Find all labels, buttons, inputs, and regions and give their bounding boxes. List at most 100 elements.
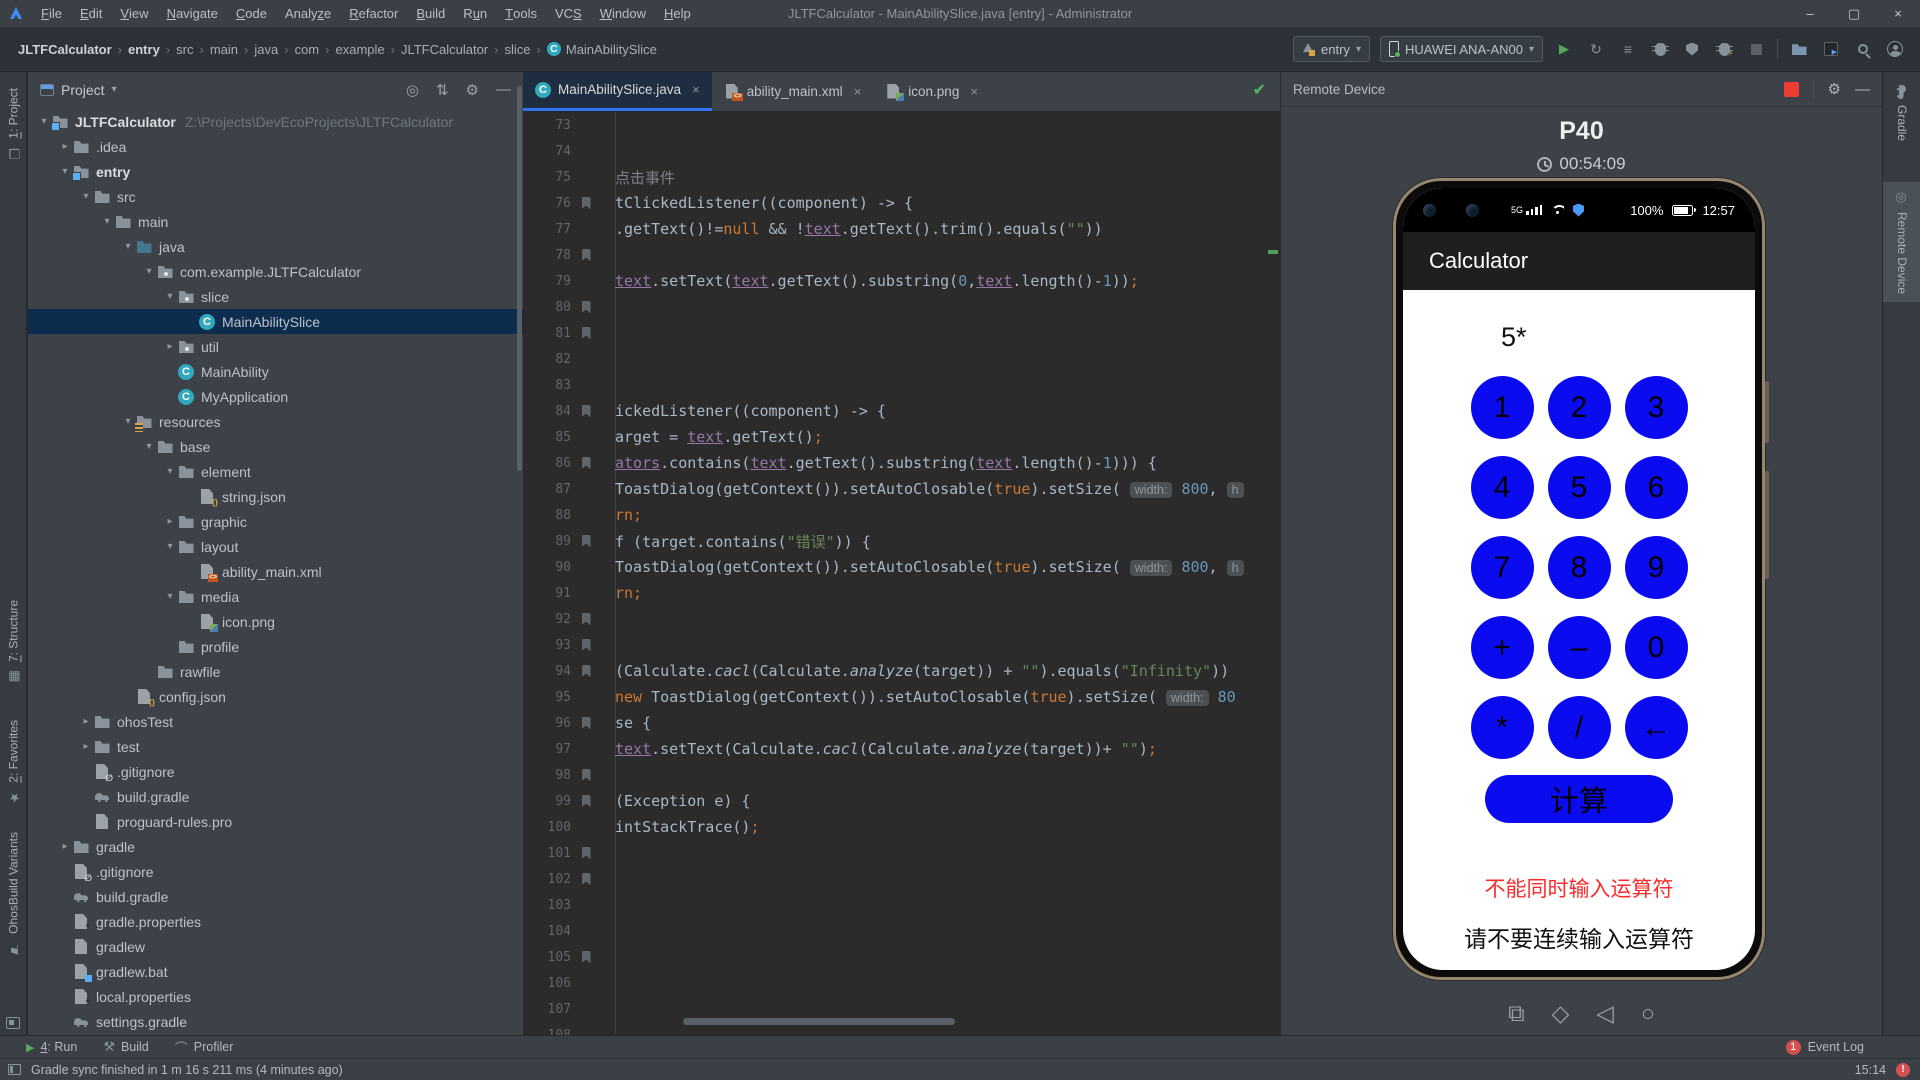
tree-item-element[interactable]: ▾ element [28,459,523,484]
code-line-87[interactable]: 87 ToastDialog(getContext()).setAutoClosa… [523,476,1280,502]
chevron-down-icon[interactable]: ▾ [162,291,178,302]
fold-marker-icon[interactable] [571,639,601,651]
breadcrumb-item-java[interactable]: java [250,42,282,57]
running-list-icon[interactable]: ≡ [1617,38,1639,60]
code-line-93[interactable]: 93 [523,632,1280,658]
key-*[interactable]: * [1470,696,1534,759]
tree-item-string-json[interactable]: {} string.json [28,484,523,509]
key-4[interactable]: 4 [1470,456,1534,519]
menu-edit[interactable]: Edit [71,0,111,27]
key-9[interactable]: 9 [1624,536,1688,599]
rotate-device-icon[interactable]: ◇ [1552,1000,1570,1027]
code-line-104[interactable]: 104 [523,918,1280,944]
code-line-88[interactable]: 88 rn; [523,502,1280,528]
menu-code[interactable]: Code [227,0,276,27]
code-line-103[interactable]: 103 [523,892,1280,918]
menu-analyze[interactable]: Analy z e [276,0,340,27]
code-line-102[interactable]: 102 [523,866,1280,892]
breadcrumb-item-example[interactable]: example [331,42,388,57]
build-tool-window[interactable]: ⚒ Build [103,1039,148,1055]
code-area[interactable]: 73 74 75 点击事件 76 tClickedListener((component)… [523,112,1280,1035]
tree-item-src[interactable]: ▾ src [28,184,523,209]
chevron-down-icon[interactable]: ▾ [162,591,178,602]
fold-marker-icon[interactable] [571,249,601,261]
chevron-down-icon[interactable]: ▾ [36,116,52,127]
nav-home-icon[interactable]: ○ [1575,967,1587,971]
tree-item--idea[interactable]: ▸ .idea [28,134,523,159]
tree-item-main[interactable]: ▾ main [28,209,523,234]
chevron-right-icon[interactable]: ▸ [162,516,178,527]
device-home-icon[interactable]: ○ [1641,1000,1655,1027]
key-+[interactable]: + [1470,616,1534,679]
coverage-icon[interactable] [1681,38,1703,60]
tree-item-gradle-properties[interactable]: ≡ gradle.properties [28,909,523,934]
tree-item-util[interactable]: ▸ util [28,334,523,359]
fold-marker-icon[interactable] [571,327,601,339]
breadcrumb-item-jltfcalculator[interactable]: JLTFCalculator [397,42,492,57]
code-line-96[interactable]: 96 se { [523,710,1280,736]
tool-tab-structure[interactable]: ▦ 7: Structure [0,592,27,692]
error-indicator-icon[interactable]: ! [1896,1062,1910,1077]
tree-item-graphic[interactable]: ▸ graphic [28,509,523,534]
close-icon[interactable]: × [692,82,700,97]
device-back-icon[interactable]: ◁ [1596,1000,1614,1027]
tree-item-resources[interactable]: ▾ resources [28,409,523,434]
key-5[interactable]: 5 [1547,456,1611,519]
fold-marker-icon[interactable] [571,847,601,859]
run-panel-icon[interactable] [1820,38,1842,60]
tree-item-config-json[interactable]: {} config.json [28,684,523,709]
search-icon[interactable] [1852,38,1874,60]
key-7[interactable]: 7 [1470,536,1534,599]
device-file-browser-icon[interactable] [1788,38,1810,60]
calculate-button[interactable]: 计算 [1485,775,1673,823]
breadcrumb-item-jltfcalculator[interactable]: JLTFCalculator [14,42,116,57]
chevron-down-icon[interactable]: ▾ [162,466,178,477]
key-8[interactable]: 8 [1547,536,1611,599]
code-line-97[interactable]: 97 text.setText(Calculate.cacl(Calculate.… [523,736,1280,762]
stop-device-icon[interactable] [1783,81,1799,97]
key-3[interactable]: 3 [1624,376,1688,439]
editor-tab-mainabilityslice-java[interactable]: C MainAbilitySlice.java × [523,72,712,111]
code-line-100[interactable]: 100 intStackTrace(); [523,814,1280,840]
phone-screen[interactable]: 5G 100% 12:57 Calculator 5* 1 2 3 4 5 6 7 8 9 + –0… [1403,188,1755,970]
menu-build[interactable]: Build [407,0,454,27]
breadcrumb-item-mainabilityslice[interactable]: C MainAbilitySlice [543,42,661,57]
tree-item-java[interactable]: ▾ java [28,234,523,259]
tree-item-slice[interactable]: ▾ slice [28,284,523,309]
gear-icon[interactable]: ⚙ [1828,80,1841,98]
tree-item-gradle[interactable]: ▸ gradle [28,834,523,859]
chevron-down-icon[interactable]: ▾ [120,416,136,427]
project-panel-title[interactable]: Project [61,82,105,98]
code-line-76[interactable]: 76 tClickedListener((component) -> { [523,190,1280,216]
tree-item-test[interactable]: ▸ test [28,734,523,759]
window-minimize-icon[interactable]: – [1788,0,1832,27]
code-line-101[interactable]: 101 [523,840,1280,866]
code-line-78[interactable]: 78 [523,242,1280,268]
fold-marker-icon[interactable] [571,197,601,209]
key-/[interactable]: / [1547,696,1611,759]
code-line-86[interactable]: 86 ators.contains(text.getText().substrin… [523,450,1280,476]
menu-tools[interactable]: Tools [496,0,546,27]
code-line-85[interactable]: 85 arget = text.getText(); [523,424,1280,450]
chevron-down-icon[interactable]: ▾ [99,216,115,227]
tree-item-settings-gradle[interactable]: settings.gradle [28,1009,523,1034]
chevron-down-icon[interactable]: ▾ [112,84,117,95]
editor-tab-icon-png[interactable]: icon.png × [873,72,990,111]
tree-item-ability-main-xml[interactable]: <> ability_main.xml [28,559,523,584]
chevron-down-icon[interactable]: ▾ [57,166,73,177]
fold-marker-icon[interactable] [571,457,601,469]
key-6[interactable]: 6 [1624,456,1688,519]
avatar-icon[interactable] [1884,38,1906,60]
menu-run[interactable]: Run [454,0,496,27]
chevron-right-icon[interactable]: ▸ [78,741,94,752]
code-line-105[interactable]: 105 [523,944,1280,970]
tree-item-gradlew[interactable]: gradlew [28,934,523,959]
attach-debugger-icon[interactable]: ↻ [1585,38,1607,60]
tree-item-media[interactable]: ▾ media [28,584,523,609]
code-line-77[interactable]: 77 .getText()!=null && !text.getText().tr… [523,216,1280,242]
debug-icon[interactable] [1649,38,1671,60]
fold-marker-icon[interactable] [571,613,601,625]
tool-tab-favorites[interactable]: ★ 2: Favorites [0,712,27,813]
tree-item-rawfile[interactable]: rawfile [28,659,523,684]
tree-item-proguard-rules-pro[interactable]: proguard-rules.pro [28,809,523,834]
